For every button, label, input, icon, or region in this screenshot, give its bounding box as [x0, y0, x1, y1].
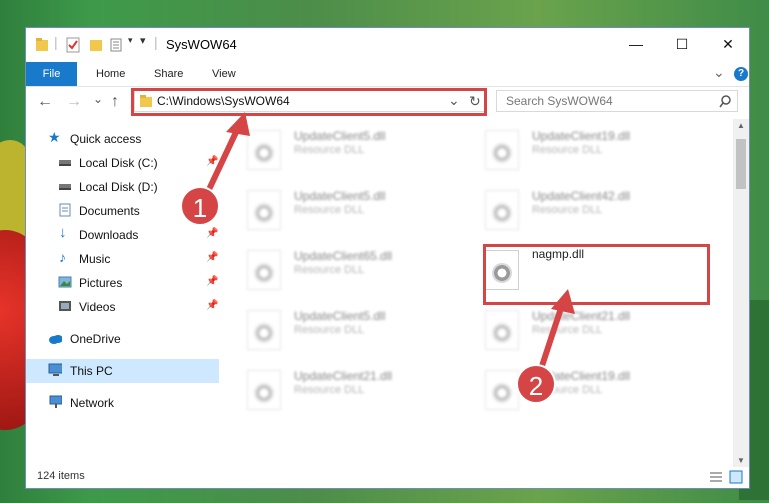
arrow-to-file — [537, 289, 575, 373]
annotation-arrows — [202, 112, 575, 373]
step-1-badge: 1 — [180, 186, 220, 226]
arrow-to-address — [202, 112, 250, 200]
step-2-badge: 2 — [516, 364, 556, 404]
